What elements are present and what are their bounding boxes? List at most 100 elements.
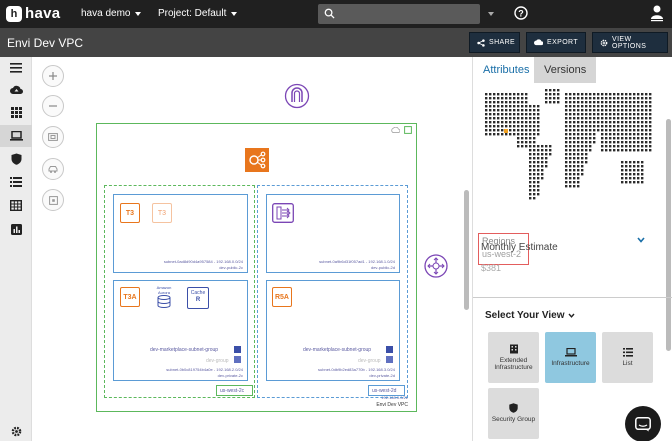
elasticache-icon[interactable]: Cache R <box>187 287 209 309</box>
fit-screen-icon <box>48 133 58 141</box>
building-icon <box>509 344 518 353</box>
ec2-t3a-icon[interactable]: T3A <box>120 287 140 307</box>
security-group-icon <box>234 356 241 363</box>
estimate-value: $381 <box>481 263 502 273</box>
subnet-id: subnet-0b0c819754b4a0e - 192.168.2.0/24 <box>166 367 243 372</box>
tab-versions[interactable]: Versions <box>534 57 597 83</box>
filter-button[interactable] <box>42 158 64 180</box>
subnet-group-icon <box>386 346 393 353</box>
search-icon <box>324 8 335 19</box>
sidebar-item-reports[interactable] <box>0 218 32 240</box>
panel-scrollbar[interactable] <box>666 119 671 351</box>
internet-gateway-icon[interactable] <box>284 83 310 109</box>
hava-logo-icon: h <box>6 5 22 22</box>
aurora-label: Amazon Aurora <box>156 285 172 295</box>
chevron-down-icon <box>135 11 142 16</box>
focus-icon <box>48 195 58 205</box>
canvas-scrollbar[interactable] <box>464 190 469 310</box>
menu-icon <box>10 63 22 73</box>
gear-icon <box>11 426 21 437</box>
page-title: Envi Dev VPC <box>7 36 84 50</box>
view-card-extended[interactable]: Extended Infrastructure <box>488 332 539 383</box>
router-icon[interactable] <box>424 254 448 278</box>
subnet-id: subnet-0db9b2ed83a770b - 192.168.3.0/24 <box>318 367 395 372</box>
nat-gateway-icon[interactable] <box>272 203 294 223</box>
share-button[interactable]: SHARE <box>469 32 520 53</box>
title-bar: Envi Dev VPC SHARE EXPORT VIEW OPTIONS <box>0 28 672 57</box>
search-input[interactable] <box>318 4 480 24</box>
cache-label: Cache <box>190 290 206 296</box>
plus-icon <box>49 72 57 80</box>
subnet-id: subnet-0ad8d90d4a957584 - 192.168.0.0/24 <box>163 259 243 264</box>
view-card-label: Security Group <box>491 416 536 424</box>
gear-icon <box>600 39 608 46</box>
load-balancer-icon[interactable] <box>245 148 269 172</box>
table-icon <box>10 199 22 211</box>
instance-type: T3 <box>125 209 135 217</box>
bar-chart-icon <box>10 223 22 235</box>
center-button[interactable] <box>42 189 64 211</box>
aurora-db-icon[interactable]: Amazon Aurora <box>151 285 177 313</box>
hava-logo[interactable]: h hava <box>6 5 60 22</box>
vpc-label: Envi Dev VPC <box>376 402 408 408</box>
view-card-infrastructure[interactable]: Infrastructure <box>545 332 596 383</box>
ec2-t3-icon[interactable]: T3 <box>120 203 140 223</box>
attributes-panel: Attributes Versions Regions us-west-2 Mo… <box>472 57 672 441</box>
help-icon[interactable]: ? <box>514 6 528 20</box>
minus-icon <box>49 105 57 107</box>
view-card-list[interactable]: List <box>602 332 653 383</box>
select-view-heading[interactable]: Select Your View <box>485 310 576 321</box>
sidebar-item-table[interactable] <box>0 194 32 216</box>
sidebar-item-settings[interactable] <box>0 426 32 440</box>
ec2-r5a-icon[interactable]: R5A <box>272 287 292 307</box>
cloud-icon <box>391 127 400 133</box>
project-select[interactable]: Project: Default <box>158 8 238 19</box>
view-options-label: VIEW OPTIONS <box>612 35 647 50</box>
subnet-name: dev-private-2d <box>369 373 395 378</box>
share-icon <box>477 38 485 47</box>
export-button[interactable]: EXPORT <box>526 32 586 53</box>
laptop-icon <box>564 347 577 357</box>
sidebar-item-projects[interactable] <box>0 101 32 123</box>
shield-icon <box>11 153 21 165</box>
chat-icon <box>635 416 651 431</box>
list-icon <box>622 347 633 357</box>
panel-divider <box>473 297 672 298</box>
instance-type: T3A <box>123 293 137 301</box>
instance-type: R5A <box>274 293 289 301</box>
subnet-id: subnet-0a9b6d31f057ad1 - 192.168.1.0/24 <box>319 259 395 264</box>
workspace-select[interactable]: hava demo <box>81 8 142 19</box>
estimate-label: Monthly Estimate <box>481 242 558 253</box>
fit-button[interactable] <box>42 126 64 148</box>
db-subnet-group-label: dev-marketplace-subnet-group <box>150 347 219 353</box>
select-view-label: Select Your View <box>485 310 565 321</box>
region-marker <box>504 129 508 133</box>
share-label: SHARE <box>489 39 516 46</box>
view-card-security-group[interactable]: Security Group <box>488 388 539 439</box>
instance-type: T3 <box>157 209 167 217</box>
user-icon[interactable] <box>650 4 664 22</box>
ec2-t3-faded-icon[interactable]: T3 <box>152 203 172 223</box>
sidebar-item-import[interactable] <box>0 79 32 101</box>
shield-icon <box>509 403 518 414</box>
sidebar-item-list[interactable] <box>0 171 32 193</box>
workspace-label: hava demo <box>81 8 131 19</box>
zoom-out-button[interactable] <box>42 95 64 117</box>
menu-button[interactable] <box>0 57 32 79</box>
top-bar: h hava hava demo Project: Default ? <box>0 0 672 28</box>
view-card-label: Infrastructure <box>551 359 590 367</box>
cloud-download-icon <box>534 39 543 46</box>
view-card-label: List <box>622 359 633 367</box>
left-sidebar <box>0 57 32 441</box>
cache-engine: R <box>195 297 201 303</box>
sidebar-item-infrastructure[interactable] <box>0 125 32 147</box>
zoom-in-button[interactable] <box>42 65 64 87</box>
sidebar-item-security[interactable] <box>0 148 32 170</box>
chat-button[interactable] <box>625 406 661 441</box>
subnet-name: dev-private-2c <box>217 373 243 378</box>
search-dropdown-icon[interactable] <box>488 12 494 16</box>
chevron-down-icon[interactable] <box>637 237 645 243</box>
tab-attributes[interactable]: Attributes <box>473 57 539 83</box>
az-label-2c: us-west-2c <box>216 385 253 396</box>
view-options-button[interactable]: VIEW OPTIONS <box>592 32 668 53</box>
